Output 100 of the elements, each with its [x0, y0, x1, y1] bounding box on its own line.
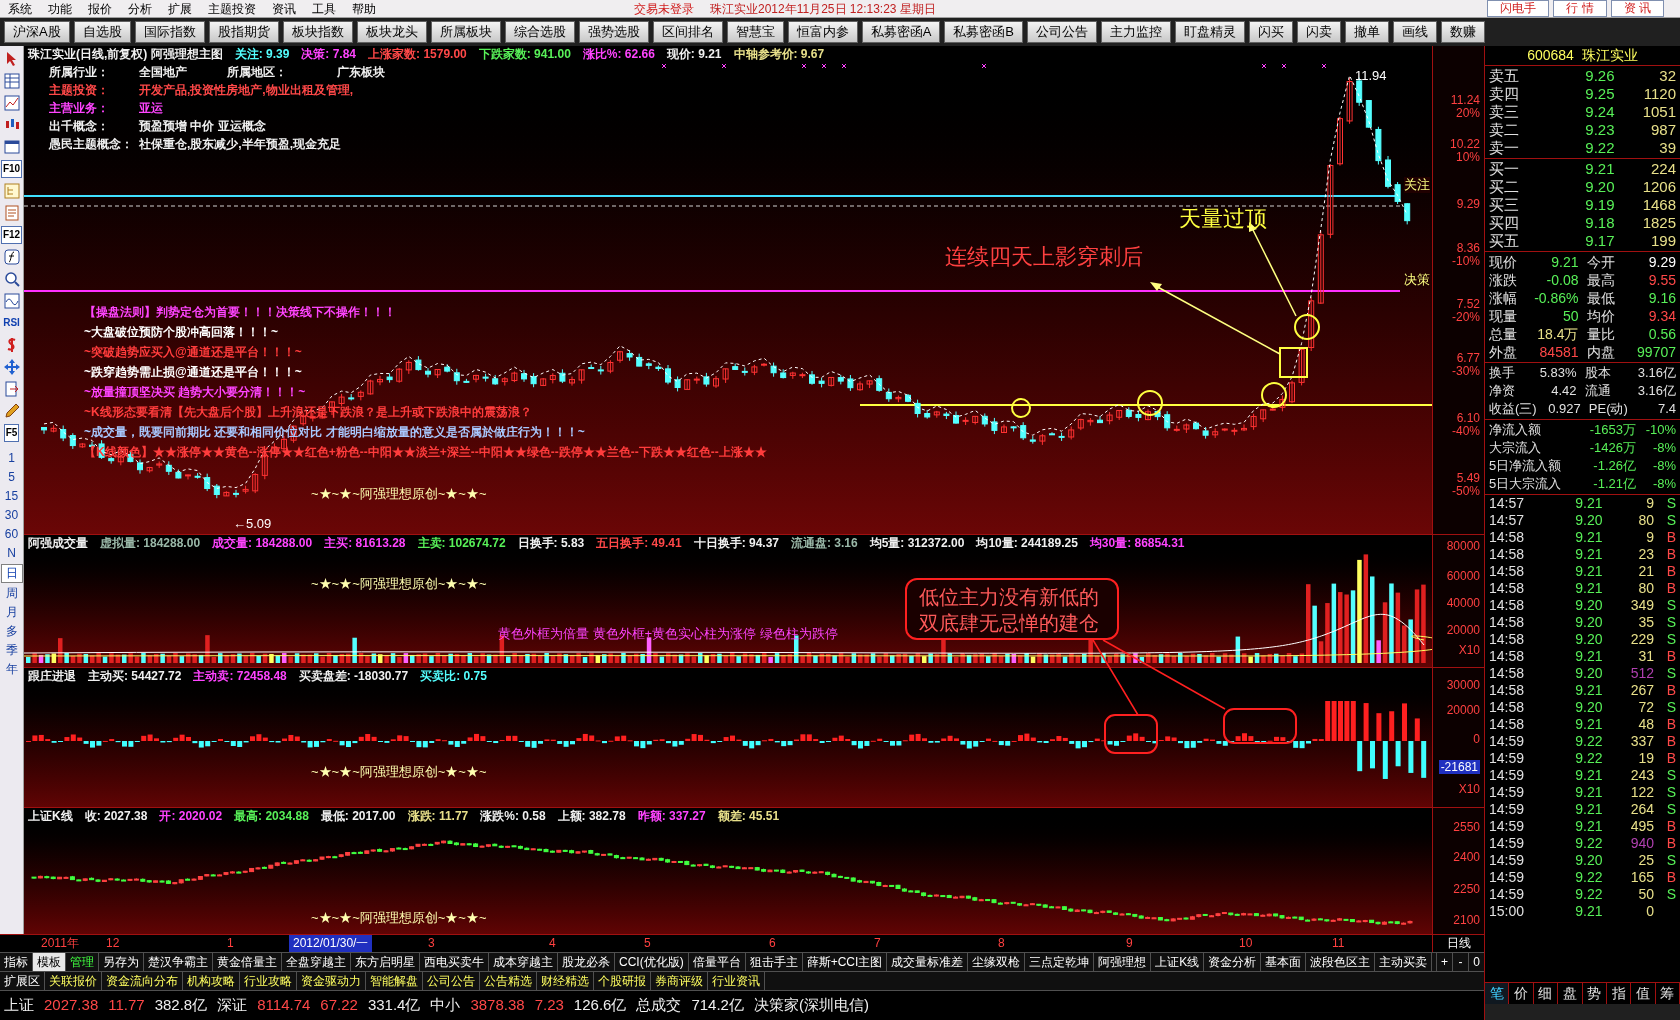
trade-time: 14:58: [1489, 597, 1526, 614]
trade-price: 9.21: [1574, 903, 1603, 920]
square-marker: [1279, 347, 1308, 378]
toolbar-button[interactable]: 主力监控: [1101, 21, 1171, 43]
toolbar-button[interactable]: 强势选股: [578, 21, 649, 43]
toolbar-button[interactable]: 板块龙头: [356, 21, 427, 43]
period-button[interactable]: N: [0, 545, 23, 562]
period-button[interactable]: 30: [0, 507, 23, 524]
axis-label: -21681: [1438, 760, 1480, 774]
tool-button[interactable]: F10: [0, 160, 23, 178]
period-button[interactable]: 月: [0, 604, 23, 621]
menu-item[interactable]: 工具: [304, 0, 344, 18]
period-button[interactable]: 周: [0, 585, 23, 602]
indicator-value: 跟庄进退: [28, 668, 76, 684]
flow-value: -1.26亿: [1592, 457, 1636, 475]
detail-tab[interactable]: 笔: [1485, 983, 1510, 1004]
menu-item[interactable]: 资讯: [264, 0, 304, 18]
move-arrows-icon[interactable]: [2, 358, 21, 376]
callout-text: 低位主力没有新低的: [919, 585, 1100, 610]
order-volume: 1120: [1642, 85, 1676, 103]
menu-item[interactable]: 报价: [80, 0, 120, 18]
menu-item[interactable]: 系统: [0, 0, 40, 18]
toolbar-button[interactable]: 区间排名: [652, 21, 723, 43]
order-price: 9.26: [1584, 67, 1615, 85]
trade-side: B: [1665, 546, 1676, 563]
trade-time: 14:59: [1489, 886, 1526, 903]
axis-label: 2550: [1453, 820, 1480, 834]
toolbar-button[interactable]: 板块指数: [282, 21, 353, 43]
toolbar-button[interactable]: 画线: [1393, 21, 1437, 43]
menu-item[interactable]: 分析: [120, 0, 160, 18]
trade-side: B: [1665, 648, 1676, 665]
period-button[interactable]: 多: [0, 623, 23, 640]
window-icon[interactable]: [2, 138, 21, 156]
date-label: 9: [1125, 935, 1134, 952]
period-button[interactable]: 60: [0, 526, 23, 543]
trade-side: B: [1665, 750, 1676, 767]
menu-item[interactable]: 主题投资: [200, 0, 264, 18]
order-volume: 1468: [1641, 196, 1676, 214]
menu-item[interactable]: 帮助: [344, 0, 384, 18]
toolbar-button[interactable]: 恒富内参: [787, 21, 858, 43]
formula-tab[interactable]: 模板: [33, 953, 66, 971]
stat-value: 7.4: [1656, 400, 1676, 418]
toolbar-button[interactable]: 所属板块: [430, 21, 501, 43]
stat-value: 3.16亿: [1636, 382, 1676, 400]
menu-item[interactable]: 功能: [40, 0, 80, 18]
period-button[interactable]: 15: [0, 488, 23, 505]
wave-icon[interactable]: [2, 292, 21, 310]
top-button[interactable]: 行 情: [1553, 0, 1607, 17]
indicator-value: 中轴参考价: 9.67: [733, 46, 825, 62]
date-label: 12: [105, 935, 121, 952]
signature-text: ~★~★~阿强理想原创~★~★~: [311, 764, 487, 780]
period-button[interactable]: 5: [0, 469, 23, 486]
toolbar-button[interactable]: 闪买: [1249, 21, 1293, 43]
stat-value: 50: [1561, 307, 1579, 325]
top-button[interactable]: 资 讯: [1610, 0, 1664, 17]
tool-button[interactable]: F5: [3, 424, 20, 442]
toolbar-button[interactable]: 智慧宝: [726, 21, 784, 43]
exit-icon[interactable]: [2, 380, 21, 398]
axis-label: 2100: [1453, 913, 1480, 927]
period-button[interactable]: 季: [0, 642, 23, 659]
trade-time: 14:59: [1489, 852, 1526, 869]
period-button[interactable]: 年: [0, 661, 23, 678]
toolbar-button[interactable]: 国际指数: [134, 21, 205, 43]
top-button[interactable]: 闪电手: [1487, 0, 1550, 17]
market-stat: 7.23: [534, 995, 564, 1016]
indicator-value: 流通盘: 3.16: [791, 535, 858, 551]
trade-volume: 21: [1637, 563, 1654, 580]
toolbar-button[interactable]: 沪深A股: [4, 21, 70, 43]
line-chart-icon[interactable]: [2, 94, 21, 112]
trade-volume: 495: [1629, 818, 1654, 835]
info-value: 亚运: [139, 100, 163, 116]
order-price: 9.21: [1584, 160, 1615, 178]
pencil-icon[interactable]: [2, 402, 21, 420]
trade-volume: 23: [1637, 546, 1654, 563]
toolbar-button[interactable]: 综合选股: [504, 21, 575, 43]
toolbar-button[interactable]: 私募密函B: [944, 21, 1023, 43]
table-icon[interactable]: [2, 72, 21, 90]
toolbar-button[interactable]: 私募密函A: [861, 21, 941, 43]
indicator-value: 上证K线: [28, 808, 73, 824]
trade-time: 14:58: [1489, 631, 1526, 648]
search-icon[interactable]: [2, 270, 21, 288]
period-button[interactable]: 日: [0, 564, 23, 583]
menu-item[interactable]: 扩展: [160, 0, 200, 18]
toolbar-button[interactable]: 数赚: [1441, 21, 1485, 43]
toolbar-button[interactable]: 闪卖: [1297, 21, 1341, 43]
toolbar-button[interactable]: 盯盘精灵: [1175, 21, 1245, 43]
tool-button[interactable]: F12: [0, 226, 23, 244]
date-label: 8: [997, 935, 1006, 952]
tool-button[interactable]: RSI: [1, 314, 22, 332]
toolbar-button[interactable]: 自选股: [73, 21, 131, 43]
order-price: 9.19: [1584, 196, 1615, 214]
toolbar-button[interactable]: 撤单: [1345, 21, 1389, 43]
function-icon[interactable]: [2, 248, 21, 266]
window-title: 珠江实业2012年11月25日 12:13:23 星期日: [710, 0, 936, 18]
period-button[interactable]: 1: [0, 450, 23, 467]
info-label: 愚民主题概念：: [49, 136, 134, 152]
toolbar-button[interactable]: 公司公告: [1027, 21, 1097, 43]
toolbar-button[interactable]: 股指期货: [208, 21, 279, 43]
axis-label: 20000: [1446, 623, 1480, 637]
flow-label: 5日净流入额: [1489, 457, 1563, 475]
